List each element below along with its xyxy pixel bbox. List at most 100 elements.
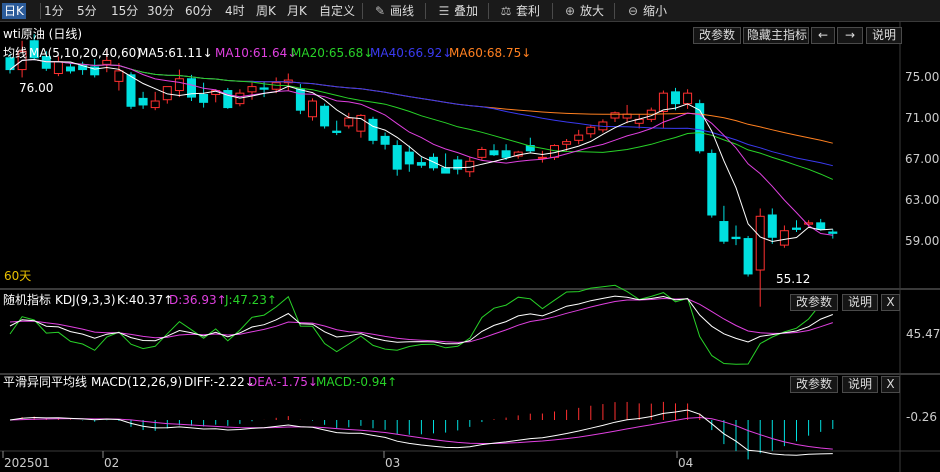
toolbar-separator (488, 3, 489, 19)
candle-body (114, 70, 124, 82)
kdj-title: 随机指标 (3, 293, 52, 307)
tool-label: 缩小 (643, 4, 668, 18)
macd-change-params-button[interactable]: 改参数 (790, 376, 838, 393)
toolbar-separator (614, 3, 615, 19)
tool-stack-button[interactable]: ☰ 叠加 (436, 3, 478, 19)
candle-body (671, 91, 680, 105)
candles-layer (5, 34, 838, 307)
tool-zoom-in-button[interactable]: ⊕ 放大 (562, 3, 604, 19)
candle-body (138, 97, 148, 106)
toolbar-separator (552, 3, 553, 19)
candle-body (199, 93, 209, 103)
candle-body (489, 150, 499, 156)
x-axis-label: 202501 (4, 456, 50, 470)
tool-label: 画线 (390, 4, 415, 18)
candle-body (344, 117, 354, 127)
change-params-button[interactable]: 改参数 (693, 27, 741, 44)
prev-indicator-button[interactable]: ← (811, 27, 835, 44)
toolbar: 日K 1分 5分 15分 30分 60分 4时 周K 月K 自定义 ✎ 画线 ☰ 叠加 ⚖ 套利 ⊕ 放大 ⊖ 缩小 (0, 0, 940, 22)
kdj-value-0: K:40.37↑ (117, 293, 174, 307)
period-button-5[interactable]: 60分 (185, 3, 212, 19)
kdj-value-1: D:36.93↑ (169, 293, 227, 307)
period-button-6[interactable]: 4时 (225, 3, 245, 19)
high-price-label: 76.00 (19, 81, 54, 95)
candle-body (368, 118, 378, 141)
macd-title: 平滑异同平均线 (3, 375, 88, 389)
candle-body (66, 66, 75, 72)
help-button[interactable]: 说明 (866, 27, 902, 44)
stack-icon: ☰ (438, 4, 450, 18)
hide-main-indicator-button[interactable]: 隐藏主指标 (743, 27, 809, 44)
toolbar-separator (425, 3, 426, 19)
macd-value-1: DEA:-1.75↓ (248, 375, 318, 389)
zoom-out-icon: ⊖ (627, 4, 639, 18)
candle-body (658, 92, 668, 113)
candle-body (53, 61, 63, 75)
toolbar-separator (40, 3, 41, 19)
y-axis-tick: 71.00 (905, 111, 940, 125)
period-button-0[interactable]: 日K (2, 3, 26, 19)
x-axis-label: 04 (678, 456, 694, 470)
tool-pencil-button[interactable]: ✎ 画线 (372, 3, 414, 19)
y-axis-tick: 63.00 (905, 193, 940, 207)
candle-body (320, 105, 330, 127)
candle-body (731, 236, 741, 240)
y-axis-tick: 67.00 (905, 152, 940, 166)
candle-body (707, 152, 717, 216)
period-button-9[interactable]: 自定义 (319, 3, 355, 19)
macd-value-2: MACD:-0.94↑ (316, 375, 398, 389)
kdj-help-button[interactable]: 说明 (842, 294, 878, 311)
candle-body (477, 148, 487, 158)
arbitrage-icon: ⚖ (500, 4, 512, 18)
ma-indicator-params: MA(5,10,20,40,60) (29, 46, 141, 60)
ma-legend-2: MA20:65.68↓ (291, 46, 374, 60)
period-button-8[interactable]: 月K (287, 3, 307, 19)
low-price-label: 55.12 (776, 272, 811, 286)
x-axis-label: 03 (385, 456, 401, 470)
candle-body (332, 130, 342, 133)
candle-body (247, 86, 257, 93)
macd-help-button[interactable]: 说明 (842, 376, 878, 393)
period-button-3[interactable]: 15分 (111, 3, 138, 19)
next-indicator-button[interactable]: → (837, 27, 863, 44)
ma-legend-0: MA5:61.11↓ (138, 46, 213, 60)
kdj-value-2: J:47.23↑ (225, 293, 277, 307)
tool-label: 套利 (516, 4, 541, 18)
tool-arbitrage-button[interactable]: ⚖ 套利 (498, 3, 540, 19)
candle-body (295, 88, 305, 111)
candle-body (767, 214, 777, 238)
candle-body (441, 167, 451, 174)
tool-label: 放大 (580, 4, 605, 18)
kdj-change-params-button[interactable]: 改参数 (790, 294, 838, 311)
kdj-close-button[interactable]: X (881, 294, 900, 311)
chart-area (0, 22, 940, 472)
zoom-in-icon: ⊕ (564, 4, 576, 18)
candle-body (380, 135, 390, 145)
candle-body (259, 87, 269, 90)
candle-body (126, 74, 136, 107)
candle-body (586, 126, 596, 135)
period-button-4[interactable]: 30分 (147, 3, 174, 19)
candle-body (537, 156, 547, 159)
candle-body (150, 100, 160, 109)
ma-indicator-name: 均线 (3, 46, 28, 60)
candle-body (271, 82, 281, 90)
x-axis-label: 02 (104, 456, 120, 470)
candle-body (816, 222, 826, 230)
tool-label: 叠加 (454, 4, 479, 18)
period-button-2[interactable]: 5分 (77, 3, 97, 19)
candle-body (828, 231, 838, 234)
candle-body (743, 238, 753, 275)
tool-zoom-out-button[interactable]: ⊖ 缩小 (625, 3, 667, 19)
candle-body (683, 92, 693, 105)
macd-y-tick: -0.26 (906, 410, 938, 424)
period-button-1[interactable]: 1分 (44, 3, 64, 19)
period-button-7[interactable]: 周K (256, 3, 276, 19)
kdj-params: KDJ(9,3,3) (55, 293, 116, 307)
ma-legend-1: MA10:61.64↓ (215, 46, 298, 60)
y-axis-tick: 75.00 (905, 70, 940, 84)
y-axis-tick: 59.00 (905, 234, 940, 248)
macd-value-0: DIFF:-2.22↓ (184, 375, 255, 389)
candle-body (719, 221, 729, 242)
macd-close-button[interactable]: X (881, 376, 900, 393)
